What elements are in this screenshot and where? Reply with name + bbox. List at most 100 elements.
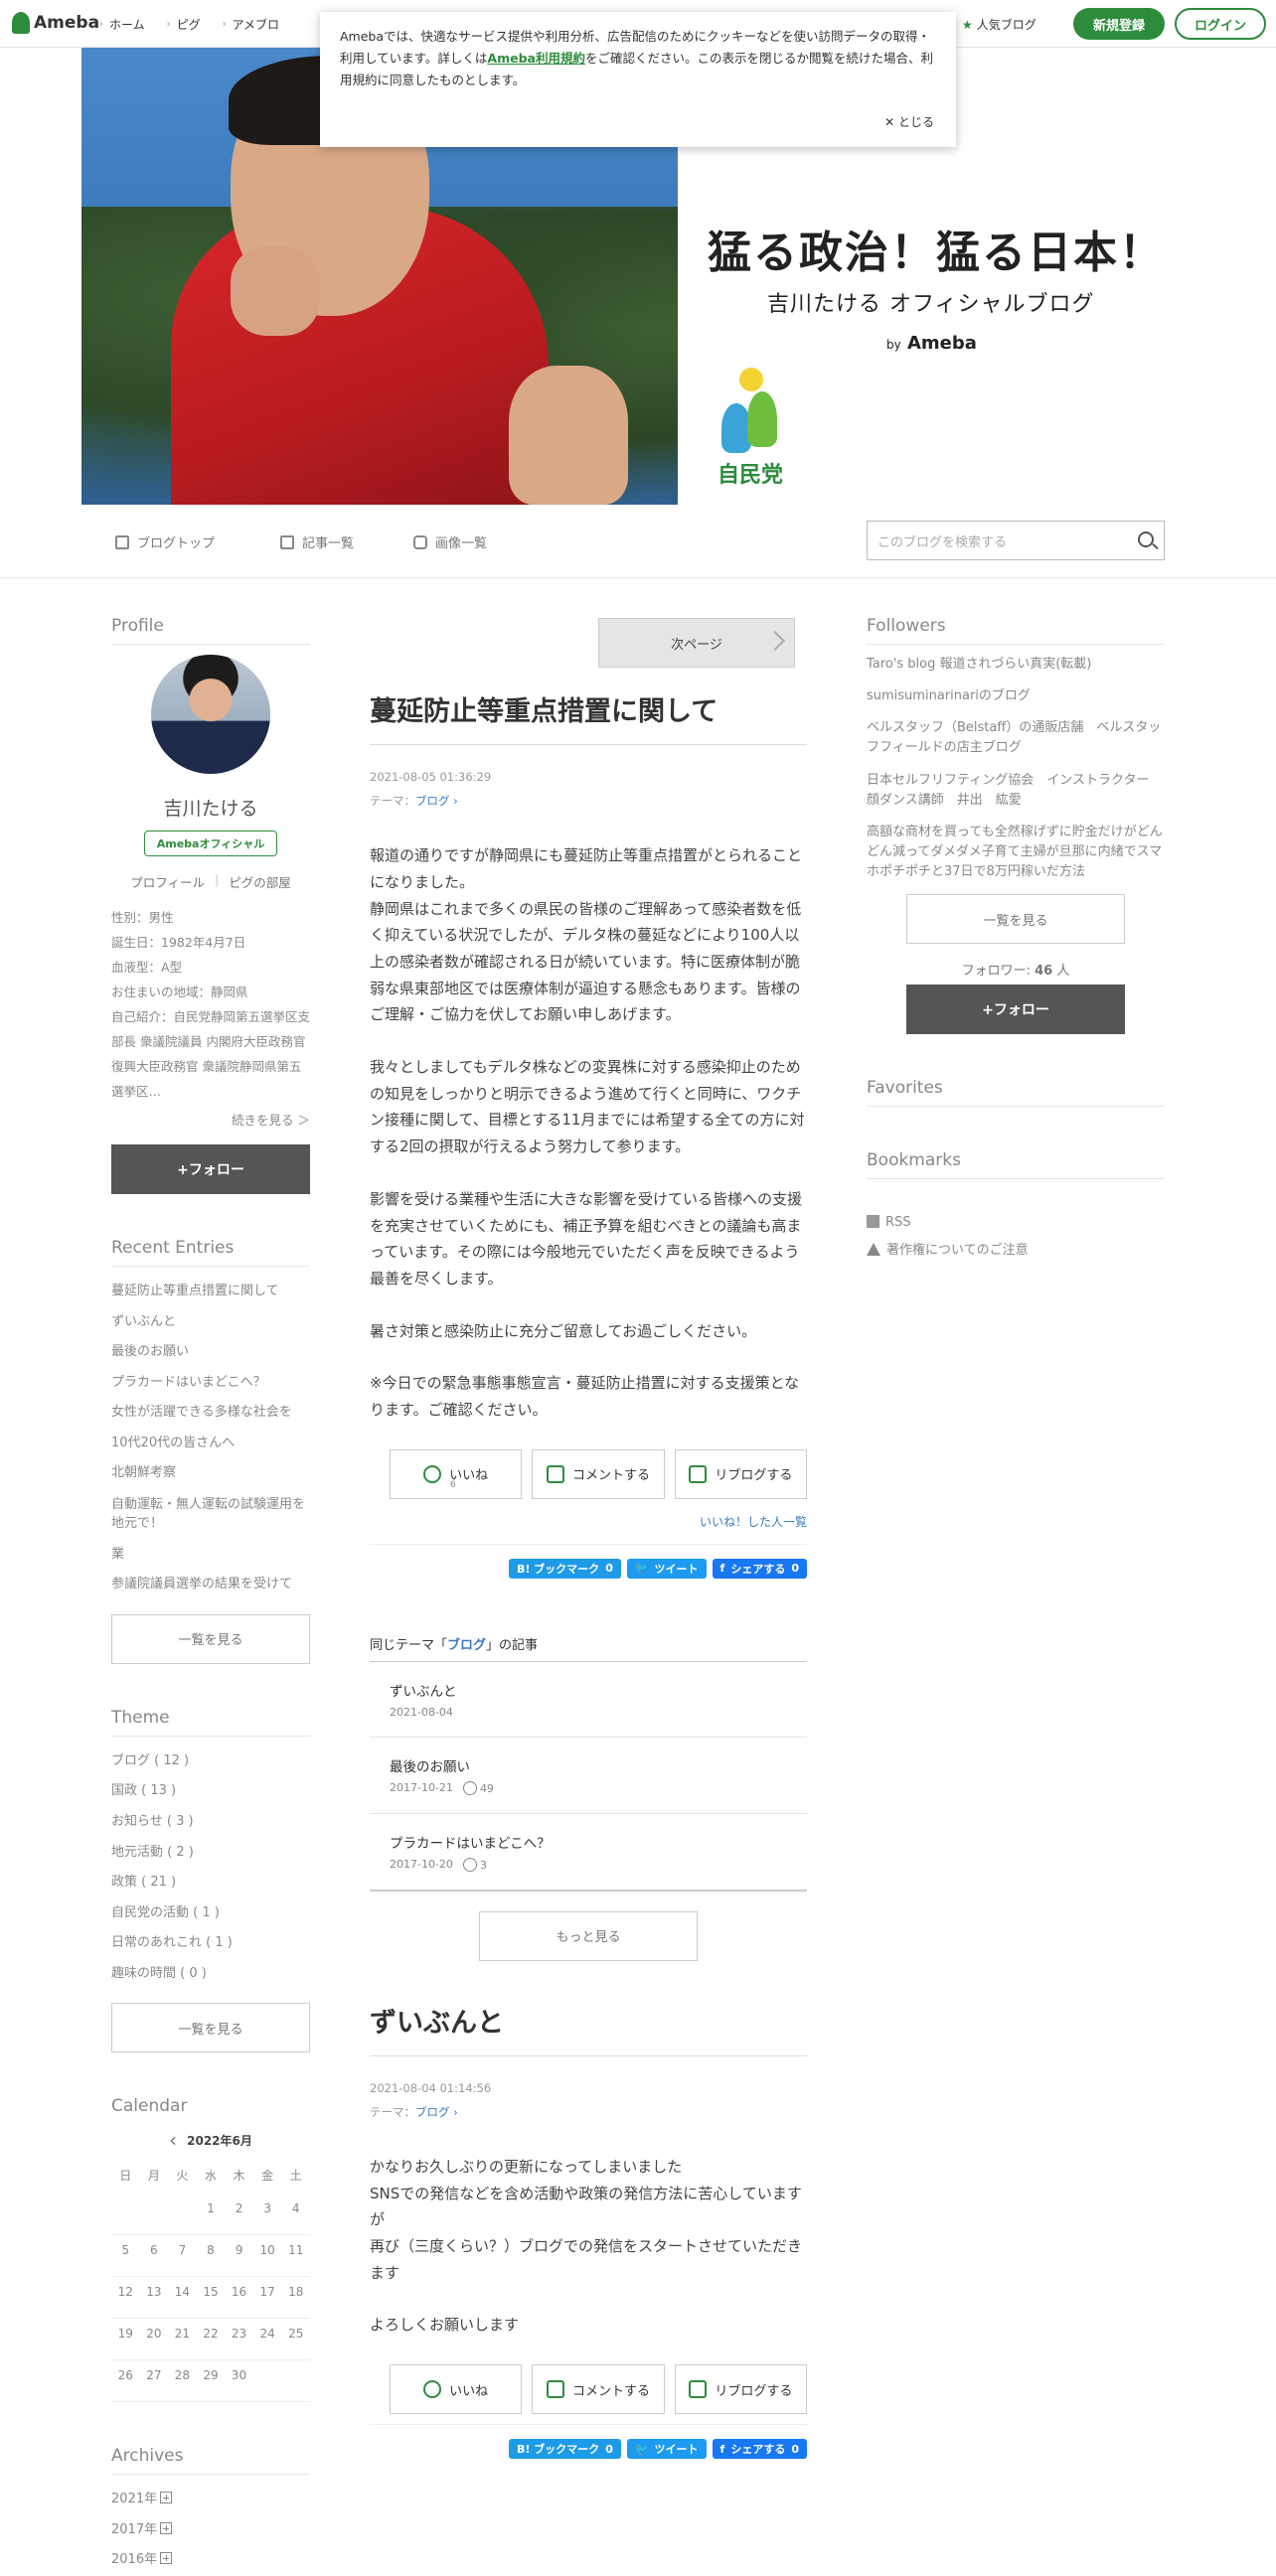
entry-paragraph: 我々としましてもデルタ株などの変異株に対する感染抑止のための知見をしっかりと明示… [370,1058,805,1156]
comment-button[interactable]: コメントする [532,2364,665,2415]
recent-more-button[interactable]: 一覧を見る [111,1613,310,1664]
theme-link[interactable]: ブログ [415,794,450,808]
list-item[interactable]: 地元活動 ( 2 ) [111,1838,310,1869]
list-item[interactable]: プラカードはいまどこへ？ [111,1368,310,1399]
hatena-bookmark-button[interactable]: B! ブックマーク 0 [508,2439,621,2460]
reblog-button[interactable]: リブログする [674,2364,807,2415]
hatena-bookmark-button[interactable]: B! ブックマーク 0 [508,1558,621,1579]
reblog-icon [689,2380,708,2399]
like-button[interactable]: いいね [390,2364,523,2415]
photo-fist [231,246,320,336]
list-item[interactable]: 政策 ( 21 ) [111,1868,310,1898]
list-item[interactable]: 蔓延防止等重点措置に関して [111,1277,310,1307]
nav-ameblo[interactable]: › アメブロ [223,16,279,33]
comment-label: コメントする [571,2383,650,2399]
profile-more-link[interactable]: 続きを見る ＞ [111,1110,310,1129]
expand-icon[interactable] [160,2552,173,2565]
calendar-weekday: 日 [119,2169,132,2184]
terms-link[interactable]: Ameba利用規約 [487,51,585,66]
tweet-button[interactable]: 🐦 ツイート [626,2439,707,2460]
calendar-day [281,2360,310,2403]
calendar-day: 19 [111,2319,140,2361]
list-item[interactable]: 最後のお願い [111,1337,310,1368]
search-icon[interactable] [1138,531,1154,547]
calendar-day: 2 [225,2194,253,2236]
pig-room-link[interactable]: ピグの部屋 [229,872,291,891]
login-button[interactable]: ログイン [1175,8,1266,40]
expand-icon[interactable] [160,2492,173,2504]
calendar-day: 9 [225,2235,253,2278]
follower-item[interactable]: ベルスタッフ（Belstaff）の通販店舗 ベルスタッフフィールドの店主ブログ [867,718,1165,758]
list-item[interactable]: お知らせ ( 3 ) [111,1807,310,1838]
search-placeholder: このブログを検索する [877,534,1008,550]
like-button[interactable]: いいね 6 [390,1448,523,1499]
popular-blog-link[interactable]: ★ 人気ブログ [962,16,1037,33]
follower-item[interactable]: Taro's blog 報道されづらい真実(転載) [867,655,1165,675]
cookie-close-label: とじる [897,115,934,129]
list-item[interactable]: 趣味の時間 ( 0 ) [111,1959,310,1990]
archive-item[interactable]: 2017年 [111,2515,310,2546]
next-page-button[interactable]: 次ページ [598,618,795,668]
calendar-day: 8 [196,2235,226,2278]
theme-more-button[interactable]: 一覧を見る [111,2003,310,2053]
register-button[interactable]: 新規登録 [1073,8,1165,40]
archive-item[interactable]: 2021年 [111,2485,310,2515]
theme-link[interactable]: ブログ [415,2105,450,2119]
entry-title[interactable]: ずいぶんと [370,2001,807,2056]
rss-link[interactable]: RSS [867,1209,1165,1236]
chevron-left-icon[interactable]: ‹ [169,2128,177,2152]
list-item[interactable]: ずいぶんと [111,1307,310,1338]
follow-button[interactable]: +フォロー [906,985,1125,1035]
cookie-close-button[interactable]: ✕ とじる [884,112,934,133]
same-theme-more-button[interactable]: もっと見る [479,1910,698,1961]
images-link[interactable]: 画像一覧 [413,532,487,551]
copyright-notice-link[interactable]: 著作権についてのご注意 [867,1237,1165,1264]
nav-home[interactable]: › ホーム [99,16,145,33]
reblog-button[interactable]: リブログする [674,1448,807,1499]
calendar-day [168,2194,197,2236]
calendar-day: 28 [168,2360,197,2403]
follower-item[interactable]: sumisuminarinariのブログ [867,686,1165,706]
list-item[interactable]: 10代20代の皆さんへ [111,1429,310,1459]
facebook-share-button[interactable]: f シェアする 0 [712,1558,807,1579]
list-item[interactable]: 自民党の活動 ( 1 ) [111,1898,310,1929]
divider: | [215,872,220,887]
ameba-logo[interactable]: Ameba [12,12,99,34]
list-item[interactable]: ブログ ( 12 ) [111,1746,310,1777]
chevron-right-icon: › [449,794,458,809]
entries-link[interactable]: 記事一覧 [280,532,354,551]
facebook-share-button[interactable]: f シェアする 0 [712,2439,807,2460]
list-item[interactable]: 日常のあれこれ ( 1 ) [111,1928,310,1959]
entry-title[interactable]: 蔓延防止等重点措置に関して [370,689,807,745]
follower-item[interactable]: 日本セルフリフティング協会 インストラクター 顔ダンス講師 井出 紘愛 [867,771,1165,811]
likers-link[interactable]: いいね！した人一覧 [370,1513,807,1545]
related-entry[interactable]: ずいぶんと 2021-08-04 [370,1662,807,1738]
profile-name[interactable]: 吉川たける [111,794,310,821]
blog-top-link[interactable]: ブログトップ [115,532,215,551]
list-item[interactable]: 女性が活躍できる多様な社会を [111,1398,310,1429]
list-item[interactable]: 国政 ( 13 ) [111,1776,310,1807]
nav-pig[interactable]: › ピグ [167,16,201,33]
profile-avatar[interactable] [151,655,270,774]
comment-button[interactable]: コメントする [532,1448,665,1499]
blog-search-input[interactable]: このブログを検索する [867,521,1165,560]
same-theme-link[interactable]: ブログ [447,1638,486,1653]
tweet-button[interactable]: 🐦 ツイート [626,1558,707,1579]
expand-icon[interactable] [160,2521,173,2534]
related-entry[interactable]: 最後のお願い 2017-10-21 49 [370,1738,807,1814]
follower-item[interactable]: 高額な商材を買っても全然稼げずに貯金だけがどんどん減ってダメダメ子育て主婦が旦那… [867,823,1165,882]
related-entry-meta: 2021-08-04 [390,1706,807,1719]
profile-link[interactable]: プロフィール [130,872,205,891]
list-item[interactable]: 自動運転・無人運転の試験運用を地元で！ [111,1495,310,1534]
list-item[interactable]: 参議院議員選挙の結果を受けて [111,1570,310,1600]
list-item[interactable]: 業 [111,1540,310,1571]
follow-button[interactable]: +フォロー [111,1144,310,1194]
list-item[interactable]: 北朝鮮考察 [111,1458,310,1489]
calendar-weekday: 土 [289,2169,302,2184]
calendar-day: 5 [111,2235,140,2278]
archive-item[interactable]: 2016年 [111,2545,310,2576]
brand-label: Ameba [907,333,977,354]
hatena-count: 0 [605,2442,613,2456]
followers-more-button[interactable]: 一覧を見る [906,894,1125,945]
related-entry[interactable]: プラカードはいまどこへ？ 2017-10-20 3 [370,1814,807,1892]
